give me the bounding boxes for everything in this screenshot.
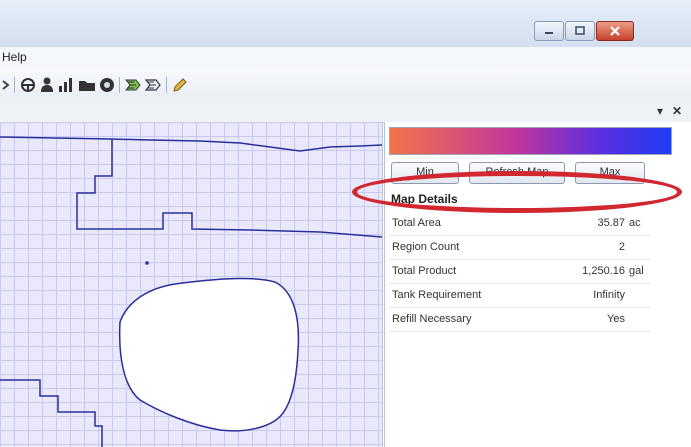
maximize-button[interactable]: [565, 21, 595, 41]
toolbar-separator: [166, 77, 167, 93]
detail-value: 2: [618, 241, 625, 253]
minimize-button[interactable]: [534, 21, 564, 41]
detail-label: Refill Necessary: [392, 313, 472, 325]
arrow-icon[interactable]: [2, 77, 10, 93]
detail-label: Tank Requirement: [392, 289, 482, 301]
map-boundaries: [0, 136, 382, 447]
map-details-panel: Min Refresh Map Max Map Details Total Ar…: [384, 122, 691, 447]
toolbar: [0, 69, 691, 102]
map-details-title: Map Details: [391, 192, 458, 206]
map-canvas[interactable]: [0, 122, 383, 447]
pencil-icon[interactable]: [172, 77, 188, 93]
steering-wheel-icon[interactable]: [20, 77, 36, 93]
top-boundary-path: [0, 136, 382, 152]
detail-label: Region Count: [392, 241, 460, 253]
window-titlebar: [0, 0, 691, 47]
menu-help[interactable]: Help: [2, 50, 27, 64]
min-button[interactable]: Min: [391, 162, 459, 184]
lower-staircase-path: [0, 379, 103, 447]
menu-bar: Help: [0, 47, 691, 70]
panel-header: ▾ ✕: [0, 101, 691, 123]
detail-value: Infinity: [593, 289, 625, 301]
chevron-down-icon[interactable]: ▾: [657, 104, 663, 118]
row-divider: [389, 259, 651, 260]
folder-icon[interactable]: [78, 77, 96, 93]
detail-label: Total Area: [392, 217, 441, 229]
color-legend-bar: [389, 127, 672, 155]
close-icon: [610, 26, 620, 36]
panel-close-icon[interactable]: ✕: [672, 104, 682, 118]
detail-label: Total Product: [392, 265, 457, 277]
refresh-map-button[interactable]: Refresh Map: [469, 162, 565, 184]
maximize-icon: [575, 26, 585, 35]
row-divider: [389, 307, 651, 308]
layers-green-icon[interactable]: [124, 77, 142, 93]
detail-value: 1,250.16: [582, 265, 625, 277]
row-divider: [389, 331, 651, 332]
detail-unit: gal: [629, 265, 644, 277]
max-button[interactable]: Max: [575, 162, 645, 184]
detail-value: 35.87: [597, 217, 625, 229]
toolbar-separator: [119, 77, 120, 93]
window-controls: [534, 21, 635, 41]
field-polygon: [118, 277, 300, 432]
layers-white-icon[interactable]: [144, 77, 162, 93]
bar-chart-icon[interactable]: [58, 77, 74, 93]
map-point: [145, 261, 149, 265]
row-divider: [389, 283, 651, 284]
detail-unit: ac: [629, 217, 641, 229]
row-divider: [389, 235, 651, 236]
staircase-boundary-path: [76, 139, 382, 238]
detail-value: Yes: [607, 313, 625, 325]
toolbar-separator: [14, 77, 15, 93]
close-button[interactable]: [596, 21, 634, 41]
person-icon[interactable]: [40, 77, 54, 93]
minimize-icon: [545, 32, 553, 34]
record-icon[interactable]: [99, 77, 115, 93]
